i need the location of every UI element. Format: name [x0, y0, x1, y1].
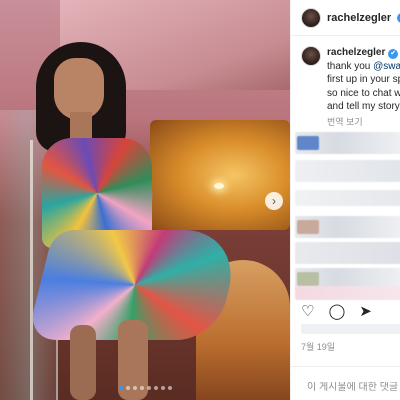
post-viewer: › rachelzegler ✔ rachelzegler ✔ 3 thank …	[0, 0, 400, 400]
blurred-comment	[295, 160, 400, 182]
carousel-dot	[132, 386, 137, 390]
blurred-comment	[295, 216, 400, 238]
carousel-next-button[interactable]: ›	[265, 192, 283, 210]
blurred-comment	[295, 190, 400, 206]
caption: rachelzegler ✔ 3 thank you @sware first …	[291, 36, 400, 129]
carousel-dot	[160, 386, 165, 390]
caption-mention[interactable]: @sware	[373, 61, 400, 72]
blurred-avatar	[297, 220, 319, 234]
figure-neck	[70, 112, 92, 140]
post-photo[interactable]: ›	[0, 0, 290, 400]
verified-badge-icon: ✔	[388, 48, 399, 59]
carousel-indicator	[0, 386, 290, 390]
share-icon[interactable]: ➤	[359, 304, 372, 319]
chevron-right-icon: ›	[272, 194, 276, 208]
comment-area	[291, 366, 400, 400]
comment-input[interactable]	[307, 382, 400, 393]
header-username[interactable]: rachelzegler	[327, 12, 391, 24]
post-sidebar: rachelzegler ✔ rachelzegler ✔ 3 thank yo…	[290, 0, 400, 400]
caption-line-2: first up in your sp	[327, 74, 400, 85]
caption-avatar[interactable]	[301, 46, 321, 66]
blurred-comment	[295, 132, 400, 154]
caption-line-3: so nice to chat wi	[327, 87, 400, 99]
post-date[interactable]: 7월 19일	[301, 340, 335, 353]
carousel-dot	[139, 386, 144, 390]
heart-icon[interactable]: ♡	[301, 304, 314, 319]
blurred-comment	[295, 286, 400, 300]
carousel-dot	[153, 386, 158, 390]
golden-window	[150, 120, 290, 230]
caption-username[interactable]: rachelzegler	[327, 47, 385, 58]
caption-text: rachelzegler ✔ 3 thank you @sware first …	[327, 46, 400, 129]
caption-line-1: thank you	[327, 60, 374, 72]
figure-face	[54, 58, 104, 120]
blurred-avatar	[297, 136, 319, 150]
blurred-likes	[301, 324, 400, 334]
post-header: rachelzegler ✔	[291, 0, 400, 36]
carousel-dot	[167, 386, 172, 390]
blurred-avatar	[297, 272, 319, 286]
carousel-dot	[125, 386, 130, 390]
carousel-dot	[146, 386, 151, 390]
caption-line-4: and tell my story i	[327, 101, 400, 112]
post-actions: ♡ ◯ ➤	[301, 304, 372, 319]
railing-bar	[30, 140, 33, 400]
blurred-comment	[295, 242, 400, 264]
translate-link[interactable]: 번역 보기	[327, 116, 400, 130]
avatar[interactable]	[301, 7, 321, 28]
ceiling-lamp	[214, 183, 224, 189]
carousel-dot	[118, 386, 123, 390]
comment-icon[interactable]: ◯	[328, 304, 345, 319]
